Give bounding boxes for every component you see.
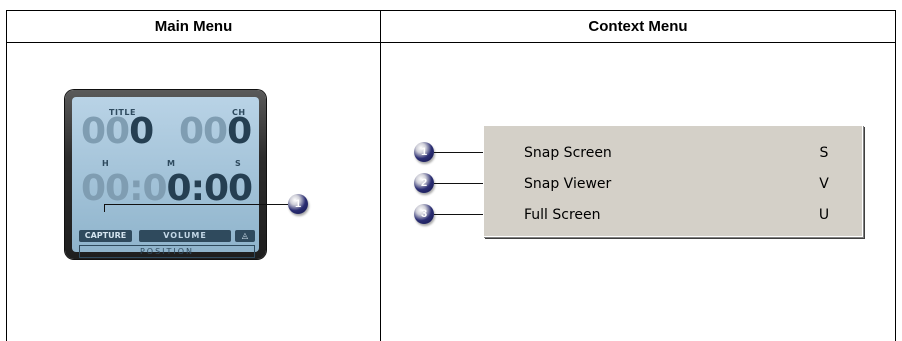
time-counter: 00:00:00 xyxy=(81,168,253,209)
hours-label: H xyxy=(102,159,110,168)
menu-item-snap-viewer[interactable]: Snap Viewer V xyxy=(484,171,862,197)
minutes-label: M xyxy=(167,159,176,168)
player-display: TITLE CH 000 000 H M S 00:00:00 CAPTURE … xyxy=(72,97,259,258)
menu-item-label: Full Screen xyxy=(524,207,601,223)
menu-item-full-screen[interactable]: Full Screen U xyxy=(484,202,862,228)
speaker-icon[interactable]: ◬ xyxy=(235,230,255,242)
capture-button[interactable]: CAPTURE xyxy=(79,230,132,242)
menu-item-shortcut: U xyxy=(818,207,830,223)
volume-slider[interactable]: VOLUME xyxy=(139,230,231,242)
menu-item-shortcut: S xyxy=(819,145,829,161)
context-menu: Snap Screen S Snap Viewer V Full Screen … xyxy=(483,125,863,237)
column-divider xyxy=(380,11,381,341)
menu-item-label: Snap Screen xyxy=(524,145,612,161)
seconds-label: S xyxy=(235,159,242,168)
callout-line xyxy=(104,204,288,205)
menu-item-shortcut: V xyxy=(819,176,829,192)
menu-callout-2: 2 xyxy=(414,173,434,193)
player-widget: TITLE CH 000 000 H M S 00:00:00 CAPTURE … xyxy=(65,90,266,259)
position-bar[interactable]: POSITION xyxy=(79,245,255,258)
title-counter: 000 xyxy=(81,111,154,152)
menu-item-label: Snap Viewer xyxy=(524,176,612,192)
callout-connector xyxy=(104,204,105,212)
main-menu-header: Main Menu xyxy=(154,18,233,35)
menu-callout-3: 3 xyxy=(414,204,434,224)
menu-item-snap-screen[interactable]: Snap Screen S xyxy=(484,140,862,166)
context-menu-header: Context Menu xyxy=(588,18,688,35)
header-row: Main Menu Context Menu xyxy=(7,11,895,43)
menu-callout-1: 1 xyxy=(414,142,434,162)
callout-bubble-1: 1 xyxy=(288,194,308,214)
chapter-counter: 000 xyxy=(179,111,252,152)
